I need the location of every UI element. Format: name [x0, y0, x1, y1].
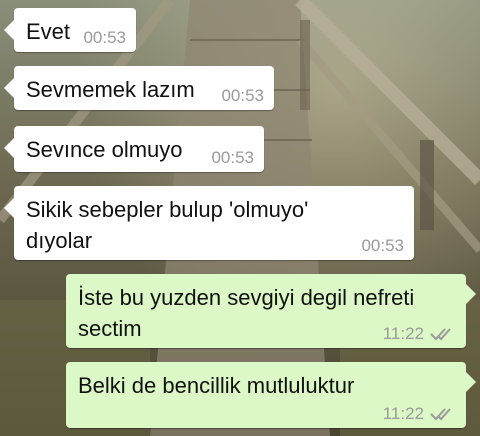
message-bubble-outgoing[interactable]: Belki de bencillik mutluluktur 11:22	[66, 362, 476, 428]
message-time: 00:53	[361, 236, 404, 255]
bubble-tail	[4, 20, 14, 40]
message-time: 00:53	[83, 28, 126, 47]
message-time: 00:53	[211, 148, 254, 167]
message-bubble-incoming[interactable]: Sevınce olmuyo 00:53	[4, 126, 264, 172]
message-text: İste bu yuzden sevgiyi degil nefreti sec…	[78, 285, 415, 341]
message-meta: 11:22	[383, 324, 456, 344]
message-bubble-outgoing[interactable]: İste bu yuzden sevgiyi degil nefreti sec…	[66, 274, 476, 348]
message-list[interactable]: Evet 00:53 Sevmemek lazım 00:53 Sevınce …	[0, 0, 480, 436]
message-text: Sevınce olmuyo	[26, 137, 183, 162]
message-meta: 11:22	[383, 404, 456, 424]
message-meta: 00:53	[83, 28, 126, 48]
bubble-tail	[466, 284, 476, 304]
double-check-icon	[430, 408, 451, 421]
bubble-tail	[4, 78, 14, 98]
message-meta: 00:53	[221, 86, 264, 106]
bubble-tail	[4, 138, 14, 158]
message-bubble-incoming[interactable]: Sikik sebepler bulup 'olmuyo' dıyolar 00…	[4, 186, 414, 260]
message-meta: 00:53	[211, 148, 254, 168]
message-bubble-incoming[interactable]: Sevmemek lazım 00:53	[4, 66, 274, 110]
message-text: Belki de bencillik mutluluktur	[78, 373, 355, 398]
double-check-icon	[430, 328, 451, 341]
bubble-tail	[466, 372, 476, 392]
message-time: 11:22	[382, 324, 424, 343]
message-text: Sevmemek lazım	[26, 77, 195, 102]
bubble-tail	[4, 198, 14, 218]
message-text: Evet	[26, 19, 71, 44]
message-time: 00:53	[221, 86, 264, 105]
message-text: Sikik sebepler bulup 'olmuyo' dıyolar	[26, 197, 309, 253]
message-meta: 00:53	[361, 236, 404, 256]
message-time: 11:22	[382, 404, 424, 423]
message-bubble-incoming[interactable]: Evet 00:53	[4, 8, 136, 52]
